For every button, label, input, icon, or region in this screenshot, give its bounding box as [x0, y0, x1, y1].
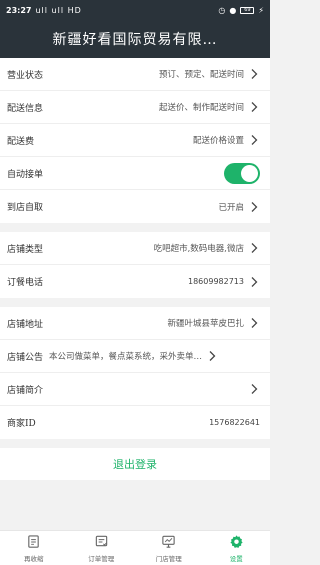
chevron-right-icon: [251, 135, 258, 145]
status-bar: 23:27 ull ull HD ◷ ● 69 ⚡: [0, 0, 270, 20]
battery-icon: 69: [240, 6, 255, 14]
settings-row[interactable]: 商家ID 1576822641: [0, 406, 270, 439]
settings-row[interactable]: 店铺简介: [0, 373, 270, 406]
chevron-right-icon: [209, 351, 216, 361]
row-value: 起送价、制作配送时间: [158, 103, 244, 113]
alarm-icon: ◷: [218, 5, 226, 15]
gear-icon: [229, 534, 244, 551]
tab-label: 门店管理: [155, 554, 182, 563]
tab-gear[interactable]: 设置: [203, 531, 271, 565]
store-monitor-icon: [161, 534, 176, 551]
document-icon: [26, 534, 41, 551]
row-value: 已开启: [218, 202, 244, 213]
tab-label: 订单管理: [88, 554, 115, 563]
settings-row[interactable]: 到店自取 已开启: [0, 190, 270, 223]
chevron-right-icon: [251, 201, 258, 212]
row-label: 配送信息: [7, 103, 44, 114]
page-title: 新疆好看国际贸易有限…: [52, 32, 218, 48]
top-bar: 23:27 ull ull HD ◷ ● 69 ⚡ 新疆好看国际贸易有限…: [0, 0, 270, 58]
settings-row[interactable]: 营业状态 预订、预定、配送时间: [0, 58, 270, 91]
settings-group: 店铺类型 吃吧超市,数码电器,微店订餐电话 18609982713: [0, 232, 270, 298]
logout-button[interactable]: 退出登录: [0, 448, 270, 480]
row-label: 店铺简介: [7, 385, 44, 396]
chevron-right-icon: [251, 384, 258, 394]
settings-row[interactable]: 店铺地址 新疆叶城县苹皮巴扎: [0, 307, 270, 340]
chevron-right-icon: [251, 102, 258, 112]
status-time: 23:27: [6, 5, 32, 15]
row-label: 店铺类型: [7, 244, 44, 255]
row-value: 新疆叶城县苹皮巴扎: [167, 319, 244, 329]
settings-row[interactable]: 店铺公告 本公司做菜单，餐点菜系统，采外卖单…: [0, 340, 270, 373]
row-value: 18609982713: [188, 277, 244, 286]
tab-label: 设置: [229, 554, 243, 563]
row-label: 店铺地址: [7, 319, 44, 330]
settings-group: 店铺地址 新疆叶城县苹皮巴扎店铺公告 本公司做菜单，餐点菜系统，采外卖单… 店铺简介商…: [0, 307, 270, 439]
settings-row[interactable]: 订餐电话 18609982713: [0, 265, 270, 298]
row-label: 订餐电话: [7, 278, 44, 288]
row-label: 店铺公告: [7, 352, 44, 363]
row-value: 吃吧超市,数码电器,微店: [153, 244, 244, 254]
chevron-right-icon: [251, 318, 258, 328]
location-icon: ●: [229, 5, 237, 15]
row-label: 到店自取: [7, 203, 44, 213]
chevron-right-icon: [251, 69, 258, 79]
row-value: 1576822641: [209, 418, 260, 427]
row-label: 商家ID: [7, 419, 36, 429]
settings-group: 营业状态 预订、预定、配送时间配送信息 起送价、制作配送时间配送费 配送价格设置自动接…: [0, 58, 270, 223]
signal-indicator: ull ull HD: [35, 5, 82, 15]
charging-icon: ⚡: [258, 5, 264, 15]
settings-row[interactable]: 配送费 配送价格设置: [0, 124, 270, 157]
row-label: 自动接单: [7, 169, 44, 180]
row-label: 配送费: [7, 136, 35, 147]
settings-row[interactable]: 自动接单: [0, 157, 270, 190]
settings-row[interactable]: 配送信息 起送价、制作配送时间: [0, 91, 270, 124]
row-label: 营业状态: [7, 70, 44, 81]
row-value: 预订、预定、配送时间: [158, 70, 244, 80]
tab-document[interactable]: 再收缩: [0, 531, 68, 565]
order-list-icon: [94, 534, 109, 551]
tab-store-monitor[interactable]: 门店管理: [135, 531, 203, 565]
row-value: 配送价格设置: [192, 136, 244, 146]
tab-label: 再收缩: [24, 554, 44, 563]
bottom-tab-bar: 再收缩 订单管理 门店管理 设置: [0, 530, 270, 565]
chevron-right-icon: [251, 243, 258, 253]
settings-row[interactable]: 店铺类型 吃吧超市,数码电器,微店: [0, 232, 270, 265]
chevron-right-icon: [251, 276, 258, 287]
row-value: 本公司做菜单，餐点菜系统，采外卖单…: [49, 352, 203, 362]
tab-order-list[interactable]: 订单管理: [68, 531, 136, 565]
auto-accept-toggle[interactable]: [224, 162, 260, 184]
